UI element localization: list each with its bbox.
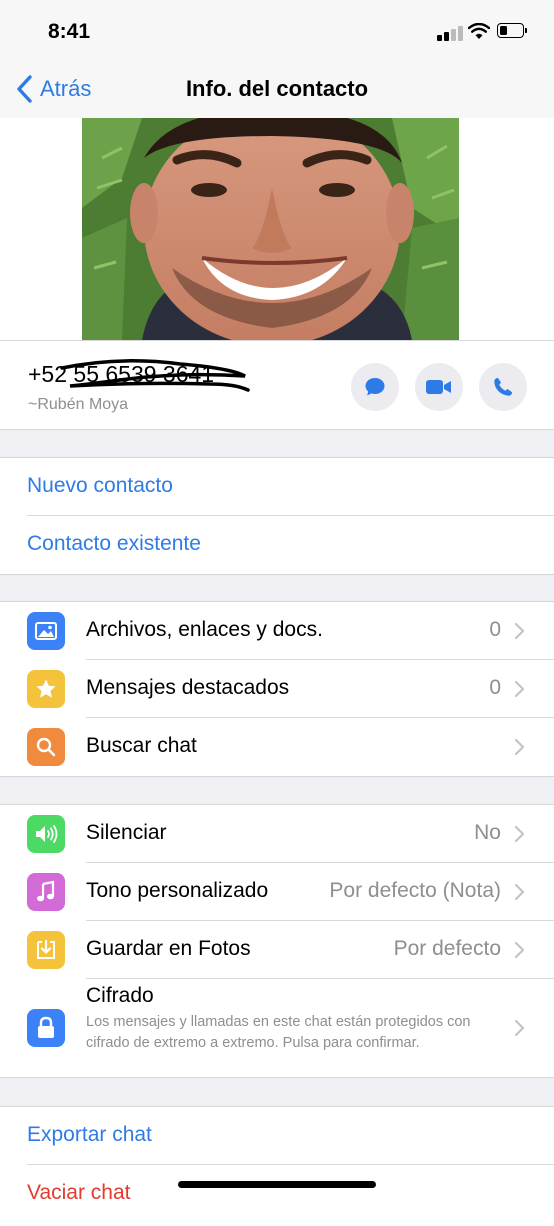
music-note-icon bbox=[27, 873, 65, 911]
battery-icon bbox=[497, 23, 529, 40]
mute-value: No bbox=[474, 821, 501, 844]
message-icon bbox=[365, 378, 385, 396]
clear-chat-link[interactable]: Vaciar chat bbox=[27, 1181, 131, 1205]
encryption-label: Cifrado bbox=[86, 984, 154, 1007]
new-contact-row[interactable]: Nuevo contacto bbox=[0, 458, 554, 516]
save-to-photos-value: Por defecto bbox=[393, 937, 501, 960]
star-icon bbox=[27, 670, 65, 708]
page-title: Info. del contacto bbox=[185, 76, 369, 101]
media-files-label: Archivos, enlaces y docs. bbox=[86, 618, 323, 641]
encryption-description: Los mensajes y llamadas en este chat est… bbox=[86, 1014, 471, 1051]
new-contact-link[interactable]: Nuevo contacto bbox=[27, 474, 173, 498]
export-chat-link[interactable]: Exportar chat bbox=[27, 1123, 152, 1147]
contact-header: +52 55 6539 3641 ~Rubén Moya bbox=[0, 340, 554, 430]
search-icon bbox=[27, 728, 65, 766]
chevron-right-icon bbox=[514, 941, 525, 959]
media-files-count: 0 bbox=[489, 618, 501, 641]
contact-name: ~Rubén Moya bbox=[28, 396, 129, 413]
contact-profile-photo[interactable] bbox=[82, 118, 459, 340]
mute-label: Silenciar bbox=[86, 821, 167, 844]
starred-messages-label: Mensajes destacados bbox=[86, 676, 290, 699]
custom-tone-row[interactable]: Tono personalizado Por defecto (Nota) bbox=[0, 863, 554, 921]
redaction-scribble bbox=[60, 359, 250, 392]
chevron-right-icon bbox=[514, 738, 525, 756]
chevron-right-icon bbox=[514, 680, 525, 698]
video-call-button[interactable] bbox=[415, 363, 463, 411]
profile-photo-area bbox=[0, 118, 554, 340]
navigation-bar: Atrás Info. del contacto bbox=[0, 62, 554, 118]
media-group: Archivos, enlaces y docs. 0 Mensajes des… bbox=[0, 601, 554, 777]
chevron-right-icon bbox=[514, 883, 525, 901]
speaker-icon bbox=[27, 815, 65, 853]
chevron-right-icon bbox=[514, 825, 525, 843]
starred-messages-count: 0 bbox=[489, 676, 501, 699]
starred-messages-row[interactable]: Mensajes destacados 0 bbox=[0, 660, 554, 718]
search-chat-label: Buscar chat bbox=[86, 734, 197, 757]
save-to-photos-label: Guardar en Fotos bbox=[86, 937, 251, 960]
phone-icon bbox=[494, 377, 513, 396]
status-bar: 8:41 bbox=[0, 0, 554, 62]
custom-tone-label: Tono personalizado bbox=[86, 879, 269, 902]
wifi-icon bbox=[468, 23, 490, 39]
status-time: 8:41 bbox=[48, 20, 91, 43]
search-chat-row[interactable]: Buscar chat bbox=[0, 718, 554, 776]
media-files-row[interactable]: Archivos, enlaces y docs. 0 bbox=[0, 602, 554, 660]
video-icon bbox=[426, 380, 451, 394]
chevron-right-icon bbox=[514, 622, 525, 640]
download-icon bbox=[27, 931, 65, 969]
existing-contact-link[interactable]: Contacto existente bbox=[27, 532, 201, 556]
voice-call-button[interactable] bbox=[479, 363, 527, 411]
custom-tone-value: Por defecto (Nota) bbox=[329, 879, 501, 902]
chat-settings-group: Silenciar No Tono personalizado Por defe… bbox=[0, 804, 554, 1078]
save-to-photos-row[interactable]: Guardar en Fotos Por defecto bbox=[0, 921, 554, 979]
home-indicator[interactable] bbox=[178, 1181, 376, 1188]
chat-actions-group: Exportar chat Vaciar chat bbox=[0, 1106, 554, 1226]
photo-icon bbox=[27, 612, 65, 650]
existing-contact-row[interactable]: Contacto existente bbox=[0, 516, 554, 574]
encryption-row[interactable]: Cifrado Los mensajes y llamadas en este … bbox=[0, 979, 554, 1077]
export-chat-row[interactable]: Exportar chat bbox=[0, 1107, 554, 1165]
contact-links-group: Nuevo contacto Contacto existente bbox=[0, 457, 554, 575]
lock-icon bbox=[27, 1009, 65, 1047]
chevron-right-icon bbox=[514, 1019, 525, 1037]
clear-chat-row[interactable]: Vaciar chat bbox=[0, 1165, 554, 1223]
mute-row[interactable]: Silenciar No bbox=[0, 805, 554, 863]
cellular-signal-icon bbox=[437, 25, 463, 41]
message-button[interactable] bbox=[351, 363, 399, 411]
